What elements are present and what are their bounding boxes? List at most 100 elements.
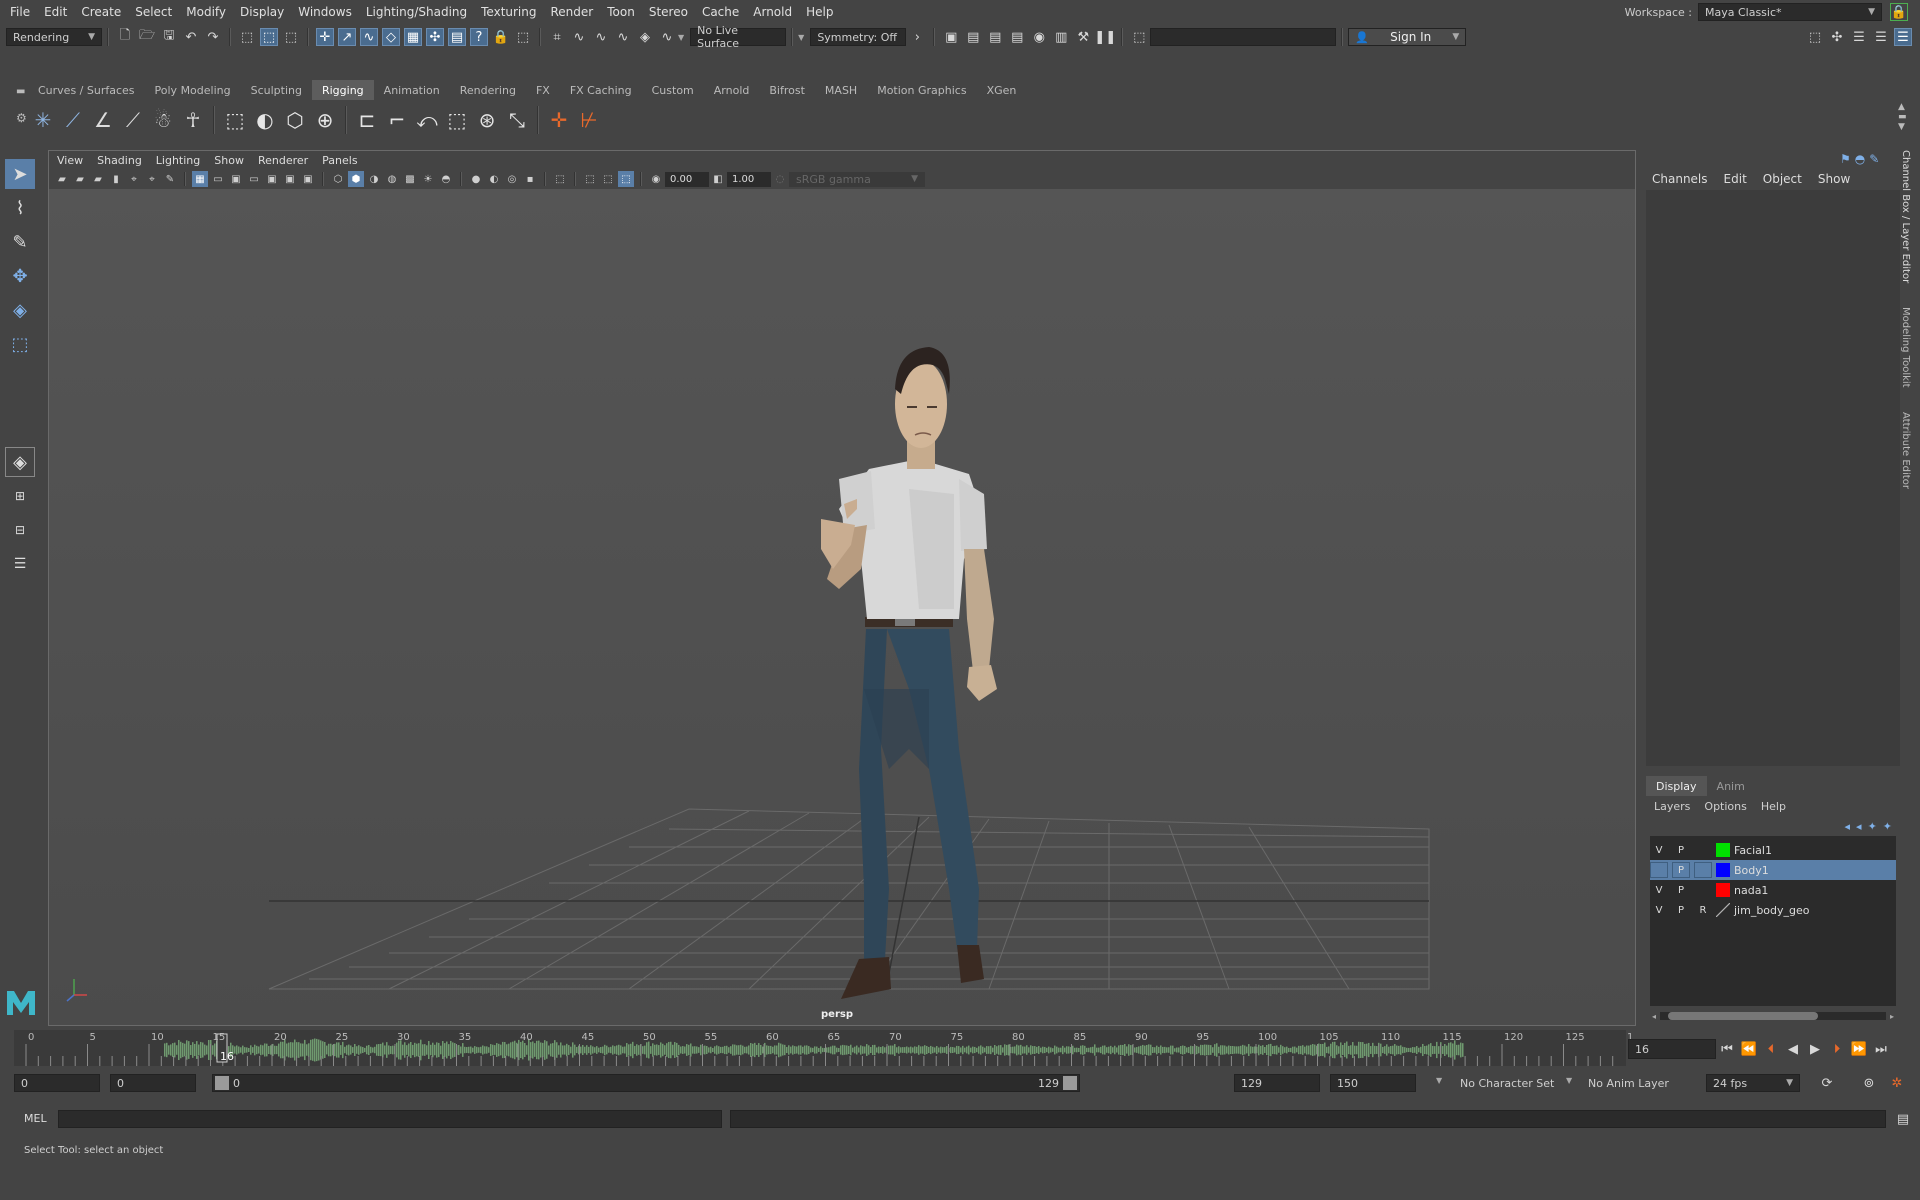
xray-active-icon[interactable]: ⬚ <box>600 171 616 187</box>
menu-lighting-shading[interactable]: Lighting/Shading <box>366 5 467 19</box>
scroll-track[interactable] <box>1660 1012 1886 1020</box>
step-back-frame-icon[interactable]: ⏪ <box>1740 1040 1758 1058</box>
move-layer-up-icon[interactable]: ◂ <box>1845 820 1851 833</box>
pole-vector-icon[interactable]: ⤡ <box>502 105 532 135</box>
tab-anim[interactable]: Anim <box>1707 780 1755 793</box>
play-forwards-icon[interactable]: ▶ <box>1806 1040 1824 1058</box>
layer-display-type[interactable] <box>1694 862 1712 878</box>
shelf-tab-poly-modeling[interactable]: Poly Modeling <box>145 80 241 100</box>
channel-list[interactable] <box>1646 190 1900 766</box>
layer-menu-options[interactable]: Options <box>1704 800 1746 813</box>
command-language-label[interactable]: MEL <box>24 1112 47 1125</box>
menu-cache[interactable]: Cache <box>702 5 739 19</box>
time-slider[interactable]: 16 0 5 10 15 20 25 30 35 40 45 50 55 60 65 70 75 80 85 90 9… <box>14 1030 1633 1066</box>
quick-rig-icon[interactable]: ☃ <box>148 105 178 135</box>
shelf-tab-animation[interactable]: Animation <box>374 80 450 100</box>
channel-menu-channels[interactable]: Channels <box>1652 172 1708 186</box>
layer-visibility-toggle[interactable]: V <box>1650 902 1668 918</box>
move-tool-icon[interactable]: ✥ <box>5 261 35 291</box>
exposure-icon[interactable]: ◉ <box>648 171 664 187</box>
gate-mask-icon[interactable]: ▭ <box>246 171 262 187</box>
pick-deformation-icon[interactable]: ▦ <box>404 28 422 46</box>
new-scene-icon[interactable]: 🗋 <box>116 28 134 46</box>
layer-color-swatch[interactable] <box>1716 863 1730 877</box>
single-perspective-view-icon[interactable]: ◈ <box>5 447 35 477</box>
input-line-mode-icon[interactable]: ⬚ <box>1130 28 1148 46</box>
camera-lock-icon[interactable]: ▰ <box>72 171 88 187</box>
layer-display-type[interactable]: R <box>1694 902 1712 918</box>
pick-rendering-icon[interactable]: ▤ <box>448 28 466 46</box>
shelf-tab-fx-caching[interactable]: FX Caching <box>560 80 642 100</box>
shelf-tab-sculpting[interactable]: Sculpting <box>241 80 312 100</box>
new-layer-from-selection-icon[interactable]: ✦ <box>1883 820 1892 833</box>
shelf-tab-mash[interactable]: MASH <box>815 80 867 100</box>
modeling-toolkit-icon[interactable]: ⬚ <box>1806 28 1824 46</box>
playback-start-field[interactable]: 0 <box>110 1074 196 1092</box>
character-controls-icon[interactable]: ✣ <box>1828 28 1846 46</box>
four-view-layout-icon[interactable]: ⊞ <box>5 481 35 511</box>
textured-icon[interactable]: ◍ <box>384 171 400 187</box>
script-editor-icon[interactable]: ▤ <box>1894 1110 1912 1128</box>
viewport-menu-shading[interactable]: Shading <box>97 154 142 167</box>
screen-space-ao-icon[interactable]: ◓ <box>438 171 454 187</box>
live-surface-field[interactable]: No Live Surface <box>690 24 787 50</box>
scale-constraint-icon[interactable]: ⬚ <box>442 105 472 135</box>
orient-constraint-icon[interactable]: ⌐ <box>382 105 412 135</box>
pick-joint-icon[interactable]: ↗ <box>338 28 356 46</box>
xray-icon[interactable]: ▪ <box>522 171 538 187</box>
sign-in-dropdown[interactable]: 👤 Sign In ▼ <box>1348 28 1467 46</box>
layer-visibility-toggle[interactable]: V <box>1650 882 1668 898</box>
snap-curve-icon[interactable]: ∿ <box>570 28 588 46</box>
locator-icon[interactable]: ✳ <box>28 105 58 135</box>
scroll-thumb[interactable] <box>1668 1012 1819 1020</box>
cluster-icon[interactable]: ⬚ <box>220 105 250 135</box>
go-to-end-icon[interactable]: ⏭ <box>1872 1040 1890 1058</box>
layer-visibility-toggle[interactable]: V <box>1650 842 1668 858</box>
layer-menu-help[interactable]: Help <box>1761 800 1786 813</box>
lock-selection-icon[interactable]: 🔒 <box>492 28 510 46</box>
parent-constraint-icon[interactable]: ⊛ <box>472 105 502 135</box>
menu-modify[interactable]: Modify <box>186 5 226 19</box>
exposure-field[interactable]: 0.00 <box>665 171 709 187</box>
bookmark-icon[interactable]: ▮ <box>108 171 124 187</box>
workspace-dropdown[interactable]: Maya Classic* ▼ <box>1698 3 1882 21</box>
pencil-icon[interactable]: ✎ <box>1869 152 1879 166</box>
safe-title-icon[interactable]: ▣ <box>300 171 316 187</box>
input-line-field[interactable] <box>1150 28 1337 46</box>
layer-row-facial1[interactable]: V P Facial1 <box>1650 840 1896 860</box>
insert-joint-icon[interactable]: ⊬ <box>574 105 604 135</box>
viewport-menu-view[interactable]: View <box>57 154 83 167</box>
grid-toggle-icon[interactable]: ▦ <box>192 171 208 187</box>
viewport-menu-renderer[interactable]: Renderer <box>258 154 308 167</box>
range-slider[interactable]: 0 129 <box>212 1074 1080 1092</box>
viewport-menu-panels[interactable]: Panels <box>322 154 357 167</box>
shelf-tab-curves-surfaces[interactable]: Curves / Surfaces <box>28 80 145 100</box>
layer-playback-toggle[interactable]: P <box>1672 902 1690 918</box>
viewport-menu-lighting[interactable]: Lighting <box>156 154 200 167</box>
channel-menu-show[interactable]: Show <box>1818 172 1850 186</box>
auto-key-icon[interactable]: ⊚ <box>1860 1074 1878 1092</box>
animation-preferences-icon[interactable]: ✲ <box>1888 1074 1906 1092</box>
layer-playback-toggle[interactable]: P <box>1672 862 1690 878</box>
scroll-right-icon[interactable]: ▸ <box>1890 1012 1894 1021</box>
menu-select[interactable]: Select <box>135 5 172 19</box>
menu-windows[interactable]: Windows <box>298 5 352 19</box>
channel-box-icon[interactable]: ☰ <box>1894 28 1912 46</box>
smooth-shade-icon[interactable]: ⬢ <box>348 171 364 187</box>
select-component-icon[interactable]: ⬚ <box>282 28 300 46</box>
pause-icon[interactable]: ❚❚ <box>1094 28 1116 46</box>
layer-color-swatch[interactable] <box>1716 903 1730 917</box>
step-forward-frame-icon[interactable]: ⏩ <box>1850 1040 1868 1058</box>
shelf-tab-xgen[interactable]: XGen <box>977 80 1027 100</box>
humanik-icon[interactable]: ☥ <box>178 105 208 135</box>
backface-culling-icon[interactable]: ⬚ <box>618 171 634 187</box>
step-back-key-icon[interactable]: ⏴ <box>1762 1040 1780 1058</box>
color-management-icon[interactable]: ◌ <box>772 171 788 187</box>
chevron-down-icon[interactable]: ▼ <box>798 33 804 42</box>
paint-select-tool-icon[interactable]: ✎ <box>5 227 35 257</box>
render-frame-icon[interactable]: ▤ <box>964 28 982 46</box>
perspective-viewport[interactable]: persp <box>49 189 1635 1025</box>
motion-blur-icon[interactable]: ● <box>468 171 484 187</box>
tab-channel-box-layer-editor[interactable]: Channel Box / Layer Editor <box>1900 150 1911 283</box>
menu-file[interactable]: File <box>10 5 30 19</box>
